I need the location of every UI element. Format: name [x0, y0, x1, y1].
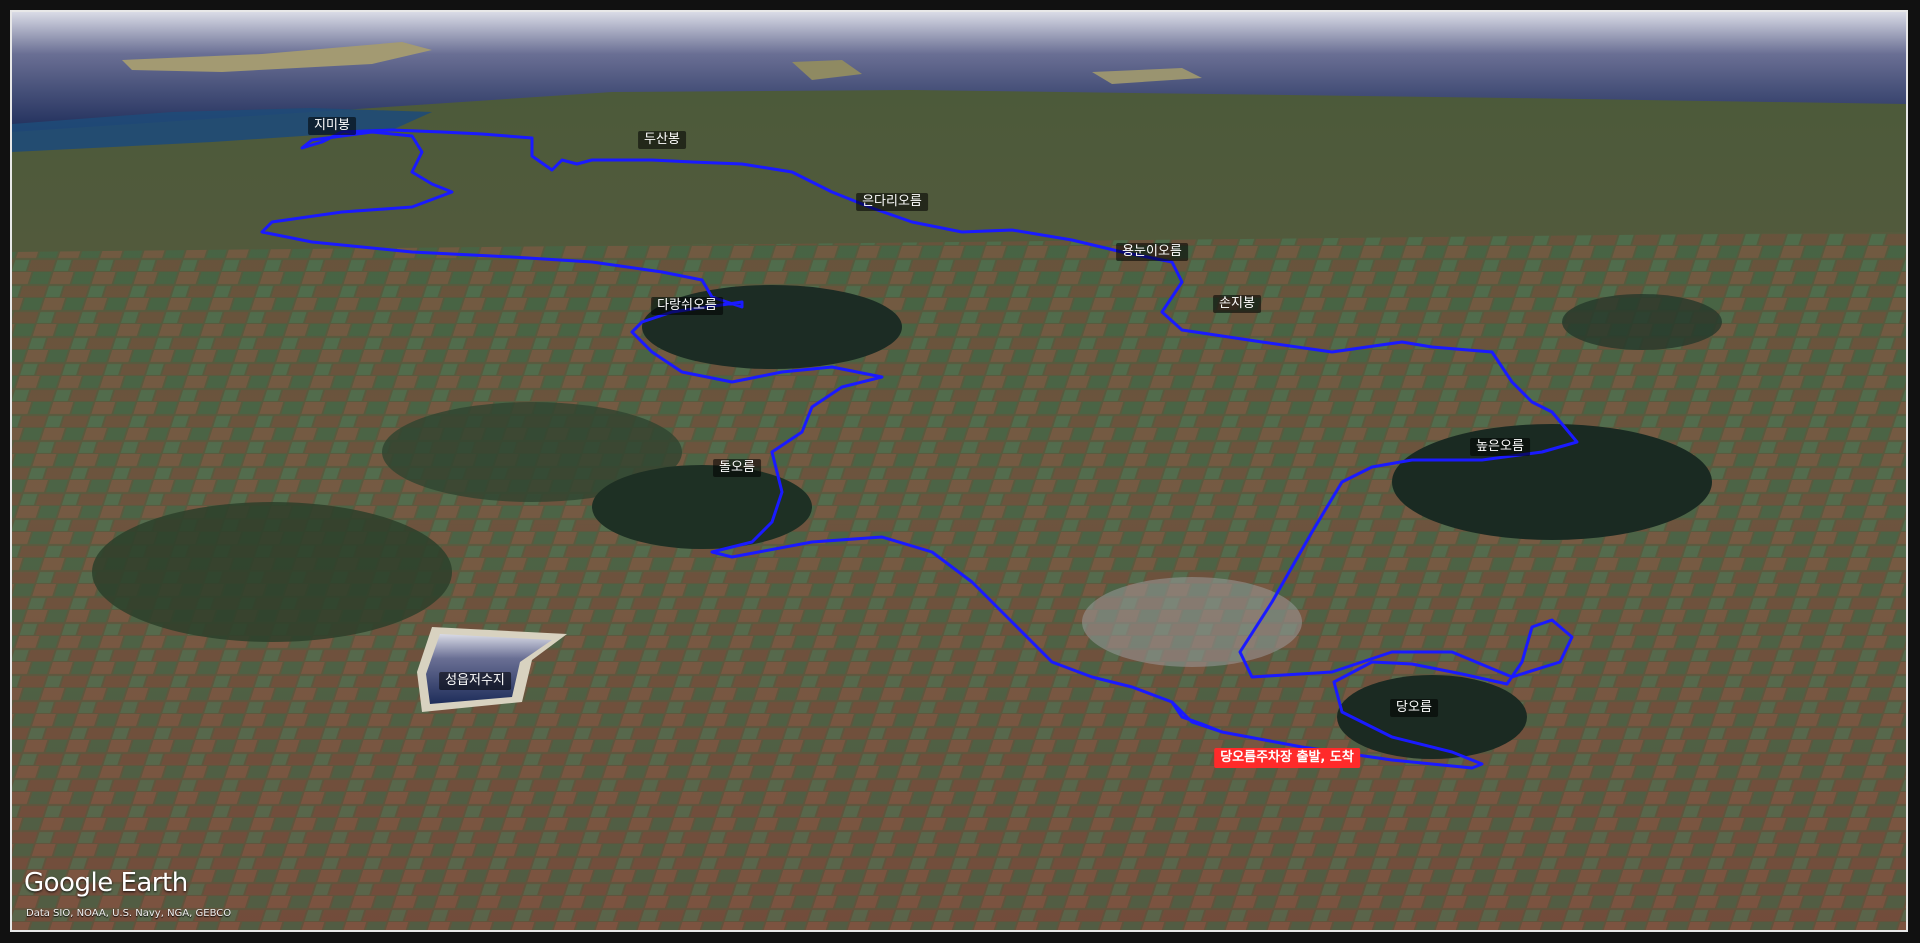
map-canvas[interactable]: 지미봉 두산봉 은다리오름 용눈이오름 손지봉 다랑쉬오름 돌오름 높은오름 당… — [10, 10, 1908, 932]
satellite-map — [12, 12, 1906, 930]
label-yongnuni-oreum[interactable]: 용눈이오름 — [1116, 243, 1188, 261]
hill — [1562, 294, 1722, 350]
screenshot-frame: 지미봉 두산봉 은다리오름 용눈이오름 손지봉 다랑쉬오름 돌오름 높은오름 당… — [0, 0, 1920, 943]
label-sonjibong[interactable]: 손지봉 — [1213, 295, 1261, 313]
label-start-finish[interactable]: 당오름주차장 출발, 도착 — [1214, 748, 1360, 768]
label-dusanbong[interactable]: 두산봉 — [638, 131, 686, 149]
label-seongeup-reservoir[interactable]: 성읍저수지 — [439, 672, 511, 690]
village — [1082, 577, 1302, 667]
map-attribution: Data SIO, NOAA, U.S. Navy, NGA, GEBCO — [26, 908, 232, 919]
label-eundari-oreum[interactable]: 은다리오름 — [856, 193, 928, 211]
label-nopeun-oreum[interactable]: 높은오름 — [1470, 438, 1530, 456]
nopeun-oreum-cone — [1392, 424, 1712, 540]
forest-area — [92, 502, 452, 642]
google-earth-logo: Google Earth — [24, 868, 188, 898]
label-darangswi-oreum[interactable]: 다랑쉬오름 — [651, 297, 723, 315]
label-jimibong[interactable]: 지미봉 — [308, 117, 356, 135]
label-dol-oreum[interactable]: 돌오름 — [713, 459, 761, 477]
label-dang-oreum[interactable]: 당오름 — [1390, 699, 1438, 717]
